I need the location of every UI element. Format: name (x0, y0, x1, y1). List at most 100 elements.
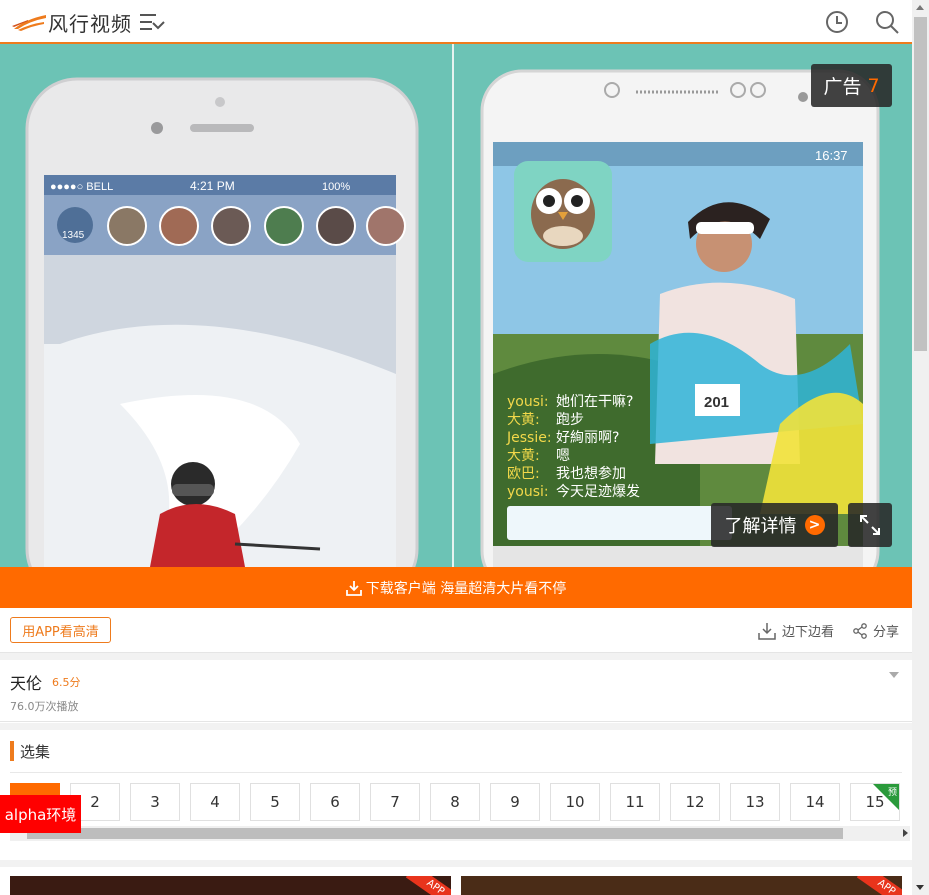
scrollbar-thumb[interactable] (27, 828, 843, 839)
download-icon (345, 580, 362, 596)
download-app-banner[interactable]: 下载客户端 海量超清大片看不停 (0, 567, 912, 608)
phone-status-left: ●●●●○ BELL (50, 181, 113, 193)
download-while-watching-button[interactable]: 边下边看 (758, 621, 834, 640)
logo-swoosh-icon (12, 15, 46, 31)
episode-button[interactable]: 5 (250, 783, 300, 821)
ad-creative-image: ●●●●○ BELL 4:21 PM 100% 1345 16:37 201 y… (0, 44, 912, 567)
section-divider (0, 653, 912, 660)
play-count: 76.0万次播放 (10, 700, 79, 713)
download-icon (758, 622, 776, 640)
episode-scrollbar[interactable] (10, 826, 910, 841)
chat-text-4: 我也想参加 (556, 465, 626, 482)
chat-name-3: 大黄: (507, 447, 540, 464)
episode-number: 9 (510, 793, 520, 811)
episode-number: 5 (270, 793, 280, 811)
episode-number: 14 (805, 793, 825, 811)
chat-name-0: yousi: (507, 394, 549, 410)
chat-name-5: yousi: (507, 484, 549, 500)
phone-status-time: 4:21 PM (190, 179, 235, 193)
expand-icon (860, 515, 880, 535)
chat-text-1: 跑步 (556, 412, 584, 428)
android-time: 16:37 (815, 148, 848, 163)
preview-tag-label: 预 (887, 788, 897, 798)
environment-badge: alpha环境 (0, 795, 81, 833)
share-label: 分享 (873, 625, 900, 640)
learn-more-label: 了解详情 (724, 516, 797, 537)
episode-list: 2 3 4 5 6 7 8 9 10 11 12 13 14 15 预 (10, 783, 902, 821)
episode-number: 10 (565, 793, 585, 811)
recommend-thumbnail[interactable]: APP (10, 876, 451, 895)
episode-number: 7 (390, 793, 400, 811)
download-banner-text: 下载客户端 海量超清大片看不停 (365, 580, 567, 597)
episode-number: 11 (625, 793, 645, 811)
chat-name-1: 大黄: (507, 411, 540, 428)
episode-button[interactable]: 13 (730, 783, 780, 821)
page: 风行视频 ●●●●○ BELL 4:21 PM 100% 1345 16:37 … (0, 0, 912, 895)
episode-selector: 选集 2 3 4 5 6 7 8 9 10 11 12 13 14 15 预 (0, 730, 912, 860)
episode-button[interactable]: 15 预 (850, 783, 900, 821)
recommend-thumbnail[interactable]: APP (461, 876, 902, 895)
ad-countdown-badge: 广告 7 (811, 64, 892, 107)
episode-button[interactable]: 8 (430, 783, 480, 821)
show-info: 天伦 6.5分 76.0万次播放 (0, 660, 912, 722)
page-scrollbar[interactable] (912, 0, 929, 895)
video-player[interactable]: ●●●●○ BELL 4:21 PM 100% 1345 16:37 201 y… (0, 44, 912, 567)
episode-button[interactable]: 12 (670, 783, 720, 821)
share-button[interactable]: 分享 (852, 621, 899, 640)
ad-label: 广告 (823, 76, 862, 98)
section-accent-bar (10, 741, 14, 761)
chat-name-4: 欧巴: (507, 466, 540, 482)
episode-number: 4 (210, 793, 220, 811)
episode-number: 8 (450, 793, 460, 811)
learn-more-button[interactable]: 了解详情 > (711, 503, 838, 547)
share-icon (853, 622, 867, 639)
episode-number: 12 (685, 793, 705, 811)
arrow-right-icon: > (804, 515, 825, 535)
episode-number: 3 (150, 793, 160, 811)
scroll-up-arrow-icon[interactable] (916, 5, 924, 10)
chat-text-2: 好絢丽啊? (556, 429, 619, 446)
app-tag: APP (405, 876, 451, 895)
viewer-count: 1345 (62, 230, 85, 241)
episode-button[interactable]: 9 (490, 783, 540, 821)
app-tag: APP (856, 876, 902, 895)
episode-number: 6 (330, 793, 340, 811)
chat-text-3: 嗯 (556, 448, 570, 464)
clock-icon[interactable] (824, 9, 850, 35)
episode-button[interactable]: 14 (790, 783, 840, 821)
chat-text-0: 她们在干嘛? (556, 394, 633, 410)
page-scrollbar-thumb[interactable] (914, 17, 927, 351)
ad-countdown: 7 (867, 74, 880, 97)
action-toolbar: 用APP看高清 边下边看 分享 (0, 608, 912, 653)
divider (10, 772, 902, 773)
episode-button[interactable]: 4 (190, 783, 240, 821)
chat-name-2: Jessie: (506, 430, 552, 446)
episode-header: 选集 (10, 741, 50, 761)
fullscreen-button[interactable] (848, 503, 892, 547)
scroll-right-arrow-icon[interactable] (903, 829, 908, 837)
logo[interactable]: 风行视频 (12, 8, 132, 36)
section-divider (0, 723, 912, 730)
episode-number: 13 (745, 793, 765, 811)
top-header: 风行视频 (0, 0, 912, 44)
phone-status-battery: 100% (322, 181, 350, 193)
episode-button[interactable]: 10 (550, 783, 600, 821)
logo-text: 风行视频 (48, 11, 132, 36)
episode-button[interactable]: 3 (130, 783, 180, 821)
episode-button[interactable]: 11 (610, 783, 660, 821)
watch-hd-in-app-button[interactable]: 用APP看高清 (10, 617, 111, 643)
show-title: 天伦 (10, 674, 43, 693)
bib-number: 201 (704, 394, 729, 411)
episode-button[interactable]: 6 (310, 783, 360, 821)
search-icon[interactable] (874, 9, 900, 35)
section-divider (0, 860, 912, 867)
menu-list-icon[interactable] (138, 11, 166, 33)
episode-number: 2 (90, 793, 100, 811)
episode-header-label: 选集 (20, 742, 51, 761)
download-while-watching-label: 边下边看 (782, 625, 835, 640)
scroll-down-arrow-icon[interactable] (916, 885, 924, 890)
show-score: 6.5分 (52, 676, 81, 689)
chevron-down-icon[interactable] (889, 672, 899, 678)
episode-button[interactable]: 7 (370, 783, 420, 821)
chat-text-5: 今天足迹爆发 (556, 484, 640, 500)
